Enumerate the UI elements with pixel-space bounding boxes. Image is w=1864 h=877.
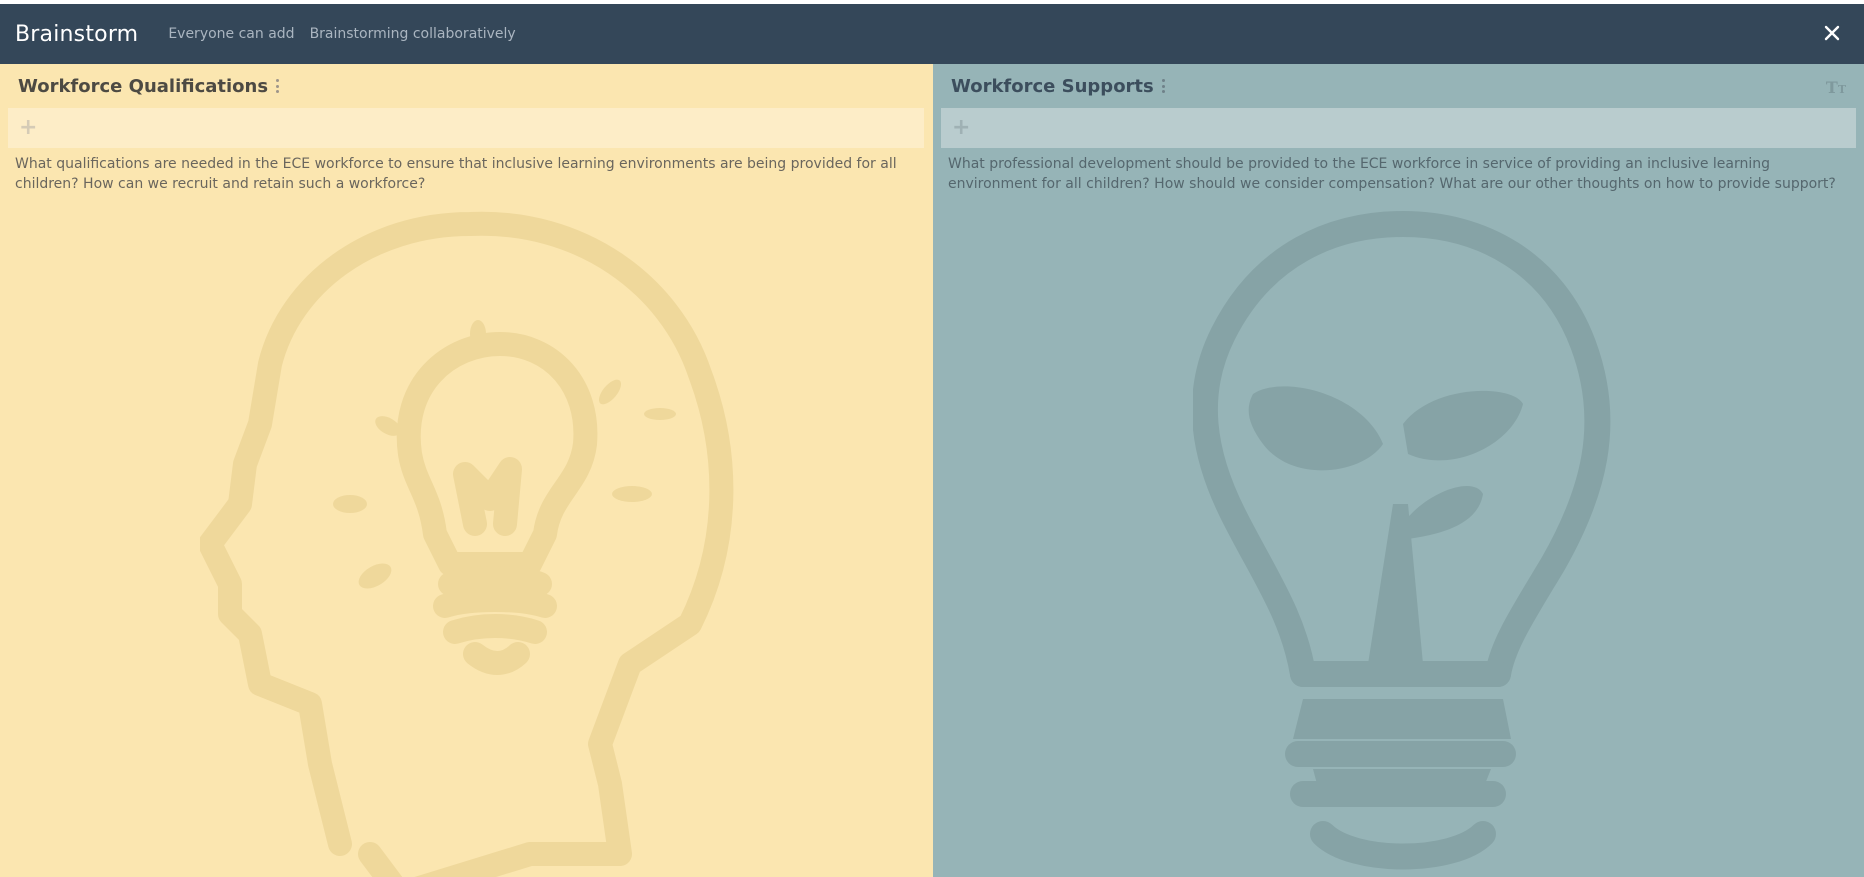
permission-label: Everyone can add	[168, 26, 295, 42]
column-menu-icon[interactable]	[276, 79, 280, 93]
plus-icon: +	[19, 115, 38, 140]
close-icon	[1824, 25, 1840, 41]
column-title: Workforce Supports	[951, 64, 1166, 108]
top-bar: Brainstorm Everyone can add Brainstormin…	[0, 4, 1864, 64]
column-prompt: What qualifications are needed in the EC…	[15, 156, 897, 192]
column-title: Workforce Qualifications	[18, 64, 280, 108]
brainstorm-columns: Workforce Qualifications + What qualific…	[0, 64, 1864, 877]
mode-label: Brainstorming collaboratively	[309, 26, 516, 42]
column-workforce-qualifications: Workforce Qualifications + What qualific…	[0, 64, 933, 877]
close-button[interactable]	[1819, 20, 1845, 46]
head-with-lightbulb-icon	[200, 211, 734, 877]
font-size-icon[interactable]: TT	[1826, 78, 1846, 97]
column-menu-icon[interactable]	[1161, 79, 1166, 93]
add-idea-button[interactable]: +	[941, 108, 1856, 148]
lightbulb-with-sprout-icon	[1193, 211, 1611, 870]
plus-icon: +	[952, 115, 971, 140]
column-workforce-supports: Workforce Supports TT + What professiona…	[933, 64, 1864, 877]
column-title-text: Workforce Qualifications	[18, 75, 269, 97]
app-title: Brainstorm	[15, 21, 139, 47]
brainstorm-app: Brainstorm Everyone can add Brainstormin…	[0, 0, 1864, 877]
column-prompt: What professional development should be …	[948, 156, 1836, 192]
add-idea-button[interactable]: +	[8, 108, 924, 148]
column-title-text: Workforce Supports	[951, 75, 1154, 97]
